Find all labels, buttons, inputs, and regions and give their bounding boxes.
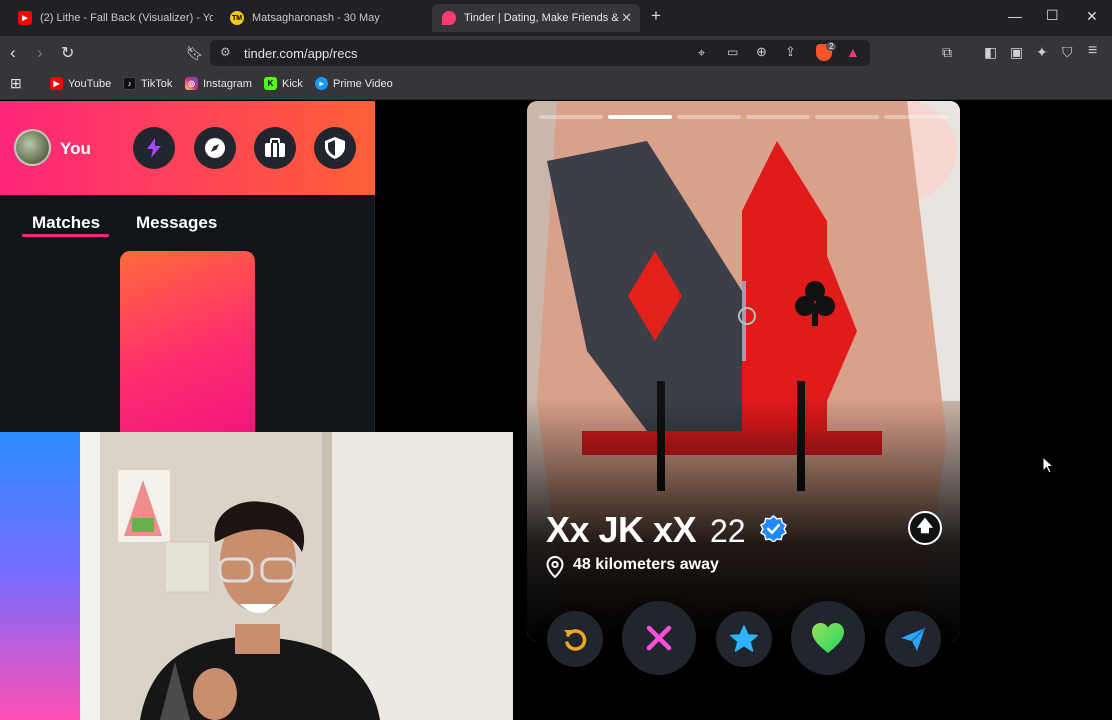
tab-title: Tinder | Dating, Make Friends & — [464, 12, 619, 24]
youtube-icon: ▶ — [50, 77, 63, 90]
safety-shield-icon — [325, 137, 345, 159]
bookmark-icon[interactable]: 🔖︎ — [186, 45, 204, 62]
like-button[interactable] — [791, 601, 865, 675]
safety-button[interactable] — [314, 127, 356, 169]
paper-plane-icon — [901, 627, 926, 651]
bookmark-youtube[interactable]: ▶ YouTube — [50, 77, 111, 90]
youtube-icon: ▶ — [18, 11, 32, 25]
profile-name: Xx JK xX — [546, 509, 697, 550]
photo-indicator[interactable] — [884, 115, 948, 119]
boost-button[interactable] — [133, 127, 175, 169]
forward-icon[interactable]: › — [37, 43, 43, 63]
location-pin-icon — [546, 556, 564, 578]
minimize-button[interactable]: — — [1008, 8, 1022, 24]
site-settings-icon[interactable]: ⚙ — [220, 45, 231, 59]
bookmark-label: Instagram — [203, 77, 252, 90]
sticker — [118, 470, 170, 542]
webcam-image — [0, 432, 513, 720]
bookmark-label: YouTube — [68, 77, 112, 90]
mouse-cursor-icon — [1042, 456, 1054, 474]
likes-you-card[interactable] — [120, 251, 255, 441]
explore-icon — [205, 138, 225, 158]
tiktok-icon: ♪ — [123, 77, 136, 90]
profile-name-label[interactable]: You — [60, 139, 91, 159]
rewind-icon — [564, 629, 587, 651]
address-bar[interactable]: ⚙ tinder.com/app/recs ⌖ ▭ ⊕ ⇪ 2 ▲ — [210, 40, 870, 66]
kick-icon: K — [264, 77, 277, 90]
apps-grid-icon[interactable]: ⊞ — [10, 75, 22, 92]
brave-rewards-icon[interactable]: ▲ — [846, 44, 860, 60]
arrow-up-icon: 🡅 — [916, 517, 934, 535]
rewind-button[interactable] — [547, 611, 603, 667]
cast-icon[interactable]: ▭ — [727, 45, 738, 59]
photo-indicator-active[interactable] — [608, 115, 672, 119]
prime-video-icon: ▸ — [315, 77, 328, 90]
avatar[interactable] — [14, 129, 51, 166]
tab-title: (2) Lithe - Fall Back (Visualizer) - You… — [40, 12, 213, 24]
bookmark-instagram[interactable]: ◎ Instagram — [185, 77, 252, 90]
tab-title: Matsagharonash - 30 May — [252, 12, 380, 24]
open-profile-button[interactable]: 🡅 — [908, 511, 942, 545]
maximize-button[interactable]: ☐ — [1046, 7, 1059, 24]
photo-indicator[interactable] — [677, 115, 741, 119]
photo-indicator[interactable] — [815, 115, 879, 119]
webcam-overlay — [0, 432, 513, 720]
close-icon — [646, 625, 672, 651]
sidebar-header: You — [0, 101, 375, 195]
distance-text: 48 kilometers away — [573, 556, 719, 573]
tab-youtube[interactable]: ▶ (2) Lithe - Fall Back (Visualizer) - Y… — [8, 4, 213, 32]
photo-indicator[interactable] — [539, 115, 603, 119]
vpn-icon[interactable]: ⛉ — [1062, 44, 1073, 61]
bookmark-label: TikTok — [141, 77, 173, 90]
sidebar-toggle-icon[interactable]: ◧ — [984, 44, 997, 61]
bookmark-prime-video[interactable]: ▸ Prime Video — [315, 77, 393, 90]
active-tab-indicator — [22, 234, 109, 237]
instagram-icon: ◎ — [185, 77, 198, 90]
new-tab-button[interactable]: + — [651, 6, 661, 26]
zoom-icon[interactable]: ⊕ — [756, 44, 767, 60]
back-icon[interactable]: ‹ — [10, 43, 16, 63]
url-text: tinder.com/app/recs — [244, 45, 358, 61]
menu-icon[interactable]: ≡ — [1088, 42, 1097, 60]
bookmark-label: Prime Video — [333, 77, 393, 90]
bookmark-kick[interactable]: K Kick — [264, 77, 303, 90]
boost-icon — [147, 138, 161, 158]
work-mode-button[interactable] — [254, 127, 296, 169]
tab-matches[interactable]: Matches — [32, 213, 100, 233]
close-tab-icon[interactable]: ✕ — [621, 10, 632, 26]
tab-messages[interactable]: Messages — [136, 213, 217, 233]
explore-button[interactable] — [194, 127, 236, 169]
browser-toolbar: ‹ › ↻ 🔖︎ ⚙ tinder.com/app/recs ⌖ ▭ ⊕ ⇪ 2… — [0, 36, 1112, 70]
profile-age: 22 — [710, 513, 746, 549]
bookmarks-bar: ⊞ ▶ YouTube ♪ TikTok ◎ Instagram K Kick … — [0, 70, 1112, 100]
heart-icon — [812, 623, 844, 653]
location-icon[interactable]: ⌖ — [698, 45, 705, 61]
bookmark-tiktok[interactable]: ♪ TikTok — [123, 77, 172, 90]
star-icon — [730, 625, 758, 652]
shield-badge: 2 — [826, 42, 837, 51]
nope-button[interactable] — [622, 601, 696, 675]
send-message-button[interactable] — [885, 611, 941, 667]
briefcase-icon — [265, 138, 285, 157]
tab-tinder[interactable]: Tinder | Dating, Make Friends & ✕ — [432, 4, 640, 32]
tinder-icon — [442, 11, 456, 25]
close-window-button[interactable]: ✕ — [1086, 8, 1098, 25]
tab-search-icon[interactable]: ⧉ — [942, 44, 952, 61]
verified-badge-icon — [760, 515, 787, 542]
browser-tab-bar: ▶ (2) Lithe - Fall Back (Visualizer) - Y… — [0, 0, 1112, 36]
super-like-button[interactable] — [716, 611, 772, 667]
photo-indicator[interactable] — [746, 115, 810, 119]
bookmark-label: Kick — [282, 77, 303, 90]
profile-card[interactable]: Xx JK xX 22 🡅 48 kilometers away — [527, 101, 960, 641]
tab-matsagharonash[interactable]: TM Matsagharonash - 30 May — [220, 4, 425, 32]
wallet-icon[interactable]: ▣ — [1010, 44, 1023, 61]
leo-ai-icon[interactable]: ✦ — [1036, 44, 1048, 61]
reload-icon[interactable]: ↻ — [61, 43, 74, 63]
tm-icon: TM — [230, 11, 244, 25]
share-icon[interactable]: ⇪ — [785, 44, 796, 60]
